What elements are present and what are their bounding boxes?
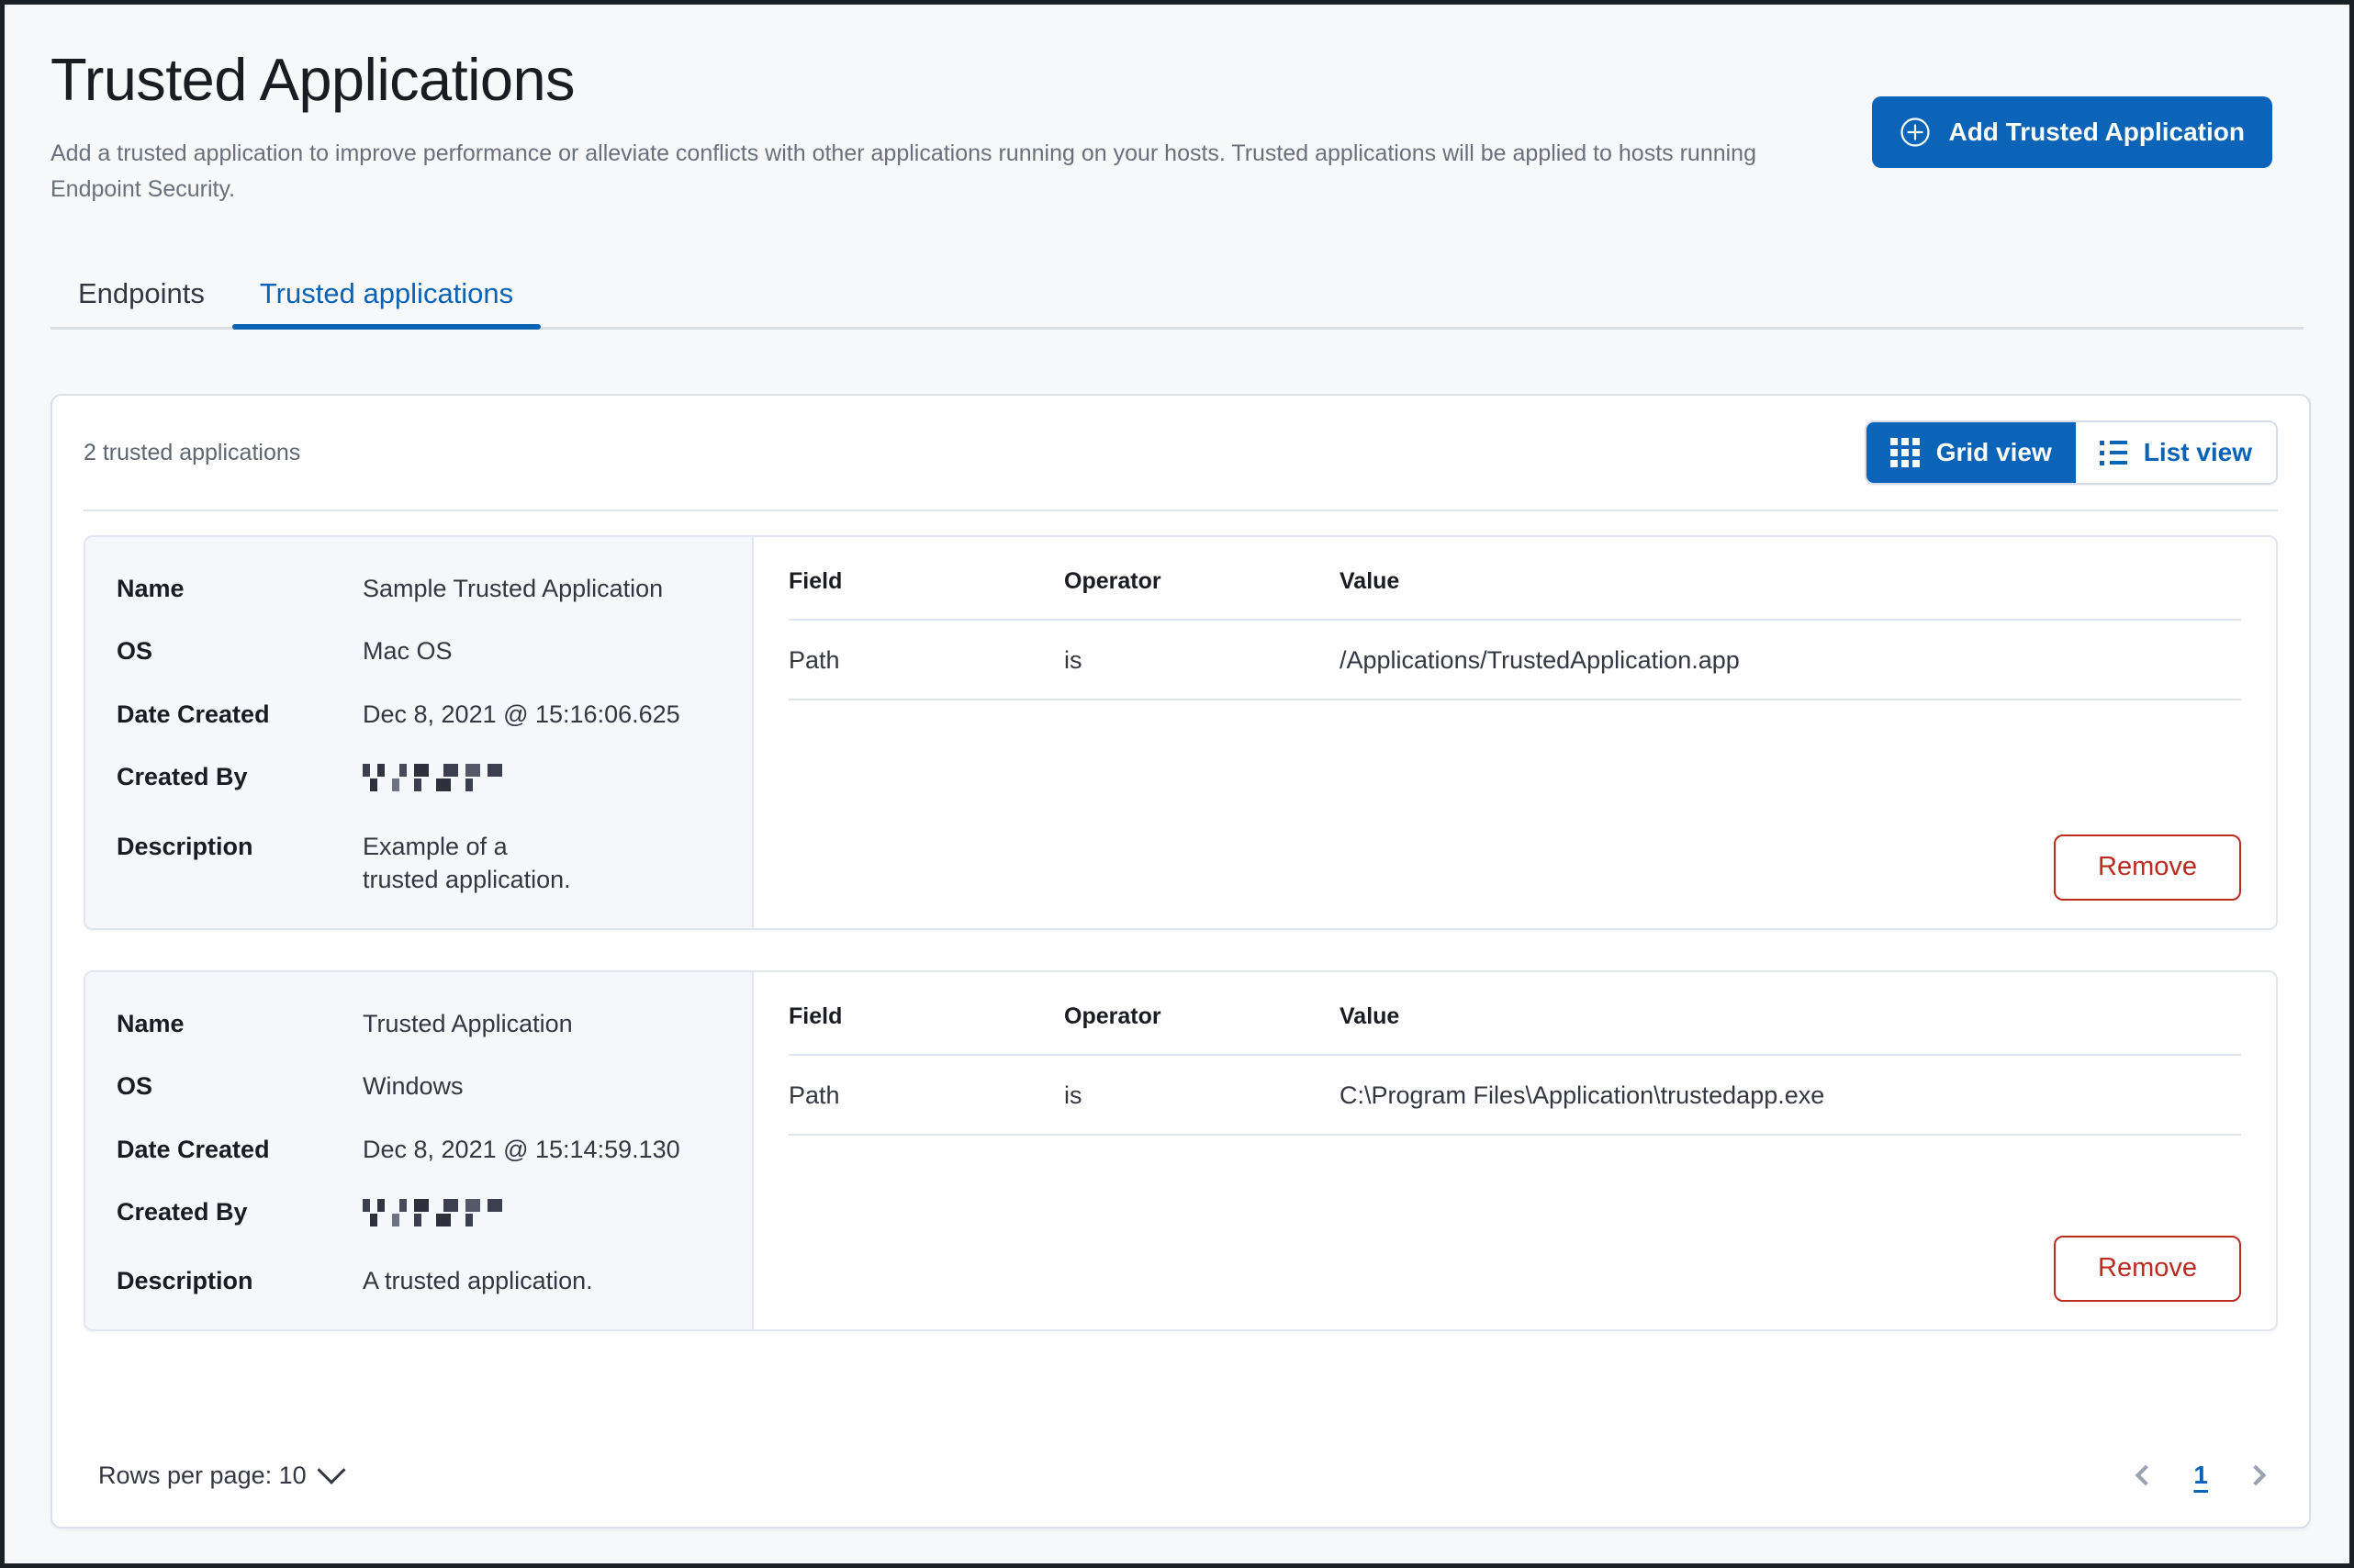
detail-value-os: Windows [363,1070,464,1103]
detail-label-date-created: Date Created [117,1133,363,1166]
add-trusted-application-label: Add Trusted Application [1948,118,2245,147]
card-conditions-panel: Field Operator Value Path is /Applicatio… [754,537,2276,928]
detail-row-name: Name Trusted Application [117,1007,715,1040]
remove-button-wrap: Remove [789,814,2241,901]
detail-label-os: OS [117,634,363,667]
trusted-application-card: Name Sample Trusted Application OS Mac O… [84,535,2278,930]
column-header-operator: Operator [1064,1003,1340,1055]
detail-label-created-by: Created By [117,760,363,793]
pagination: 1 [2129,1459,2272,1492]
panel-header: 2 trusted applications Grid view [52,396,2309,510]
grid-view-button[interactable]: Grid view [1866,422,2076,483]
grid-view-label: Grid view [1936,438,2052,467]
detail-row-created-by: Created By [117,760,715,800]
detail-value-os: Mac OS [363,634,453,667]
column-header-field: Field [789,1003,1064,1055]
detail-label-description: Description [117,1264,363,1297]
card-conditions-panel: Field Operator Value Path is C:\Program … [754,972,2276,1329]
chevron-down-icon [317,1456,345,1484]
list-view-label: List view [2144,438,2252,467]
detail-value-created-by [363,760,502,800]
page-subtitle: Add a trusted application to improve per… [50,136,1818,207]
tab-trusted-applications[interactable]: Trusted applications [232,279,541,330]
remove-button-wrap: Remove [789,1215,2241,1302]
column-header-value: Value [1340,568,2241,620]
plus-circle-icon [1900,117,1931,148]
list-view-button[interactable]: List view [2076,422,2276,483]
detail-label-os: OS [117,1070,363,1103]
trusted-applications-panel: 2 trusted applications Grid view [50,394,2311,1529]
trusted-applications-list: Name Sample Trusted Application OS Mac O… [52,511,2309,1331]
chevron-left-icon[interactable] [2129,1459,2162,1492]
conditions-table: Field Operator Value Path is C:\Program … [789,1003,2241,1136]
detail-label-name: Name [117,572,363,605]
detail-value-name: Sample Trusted Application [363,572,663,605]
detail-row-date-created: Date Created Dec 8, 2021 @ 15:16:06.625 [117,698,715,731]
chevron-right-icon[interactable] [2239,1459,2272,1492]
cell-value: /Applications/TrustedApplication.app [1340,620,2241,700]
detail-label-created-by: Created By [117,1195,363,1228]
trusted-application-card: Name Trusted Application OS Windows Date… [84,970,2278,1331]
detail-value-description: A trusted application. [363,1264,593,1297]
detail-row-description: Description A trusted application. [117,1264,715,1297]
detail-row-name: Name Sample Trusted Application [117,572,715,605]
table-header-row: Field Operator Value [789,568,2241,620]
detail-row-os: OS Mac OS [117,634,715,667]
detail-label-description: Description [117,830,363,863]
cell-field: Path [789,1055,1064,1135]
detail-value-created-by [363,1195,502,1235]
tab-bar: Endpoints Trusted applications [50,251,2304,330]
remove-button[interactable]: Remove [2054,834,2241,901]
detail-value-date-created: Dec 8, 2021 @ 15:16:06.625 [363,698,680,731]
table-header-row: Field Operator Value [789,1003,2241,1055]
detail-value-name: Trusted Application [363,1007,573,1040]
column-header-field: Field [789,568,1064,620]
detail-label-date-created: Date Created [117,698,363,731]
list-icon [2100,441,2127,465]
conditions-table: Field Operator Value Path is /Applicatio… [789,568,2241,700]
card-details-panel: Name Sample Trusted Application OS Mac O… [85,537,754,928]
rows-per-page-selector[interactable]: Rows per page: 10 [98,1462,342,1490]
detail-row-created-by: Created By [117,1195,715,1235]
trusted-applications-count: 2 trusted applications [84,440,300,466]
detail-row-description: Description Example of a trusted applica… [117,830,715,897]
table-row: Path is C:\Program Files\Application\tru… [789,1055,2241,1135]
table-row: Path is /Applications/TrustedApplication… [789,620,2241,700]
view-toggle-group: Grid view List view [1865,420,2278,485]
column-header-operator: Operator [1064,568,1340,620]
redacted-username [363,1199,502,1226]
add-trusted-application-button[interactable]: Add Trusted Application [1872,96,2272,168]
rows-per-page-label: Rows per page: 10 [98,1462,307,1490]
cell-value: C:\Program Files\Application\trustedapp.… [1340,1055,2241,1135]
card-details-panel: Name Trusted Application OS Windows Date… [85,972,754,1329]
grid-icon [1890,438,1920,467]
remove-button[interactable]: Remove [2054,1236,2241,1302]
tab-endpoints[interactable]: Endpoints [50,279,232,330]
column-header-value: Value [1340,1003,2241,1055]
page-header: Trusted Applications Add a trusted appli… [5,5,2349,207]
cell-operator: is [1064,1055,1340,1135]
redacted-username [363,764,502,791]
detail-label-name: Name [117,1007,363,1040]
page-number-1[interactable]: 1 [2188,1461,2214,1490]
app-window: Trusted Applications Add a trusted appli… [0,0,2354,1568]
trusted-applications-page: Trusted Applications Add a trusted appli… [5,5,2349,1563]
detail-value-description: Example of a trusted application. [363,830,574,897]
detail-value-date-created: Dec 8, 2021 @ 15:14:59.130 [363,1133,680,1166]
cell-operator: is [1064,620,1340,700]
cell-field: Path [789,620,1064,700]
detail-row-date-created: Date Created Dec 8, 2021 @ 15:14:59.130 [117,1133,715,1166]
panel-footer: Rows per page: 10 1 [52,1424,2309,1527]
detail-row-os: OS Windows [117,1070,715,1103]
